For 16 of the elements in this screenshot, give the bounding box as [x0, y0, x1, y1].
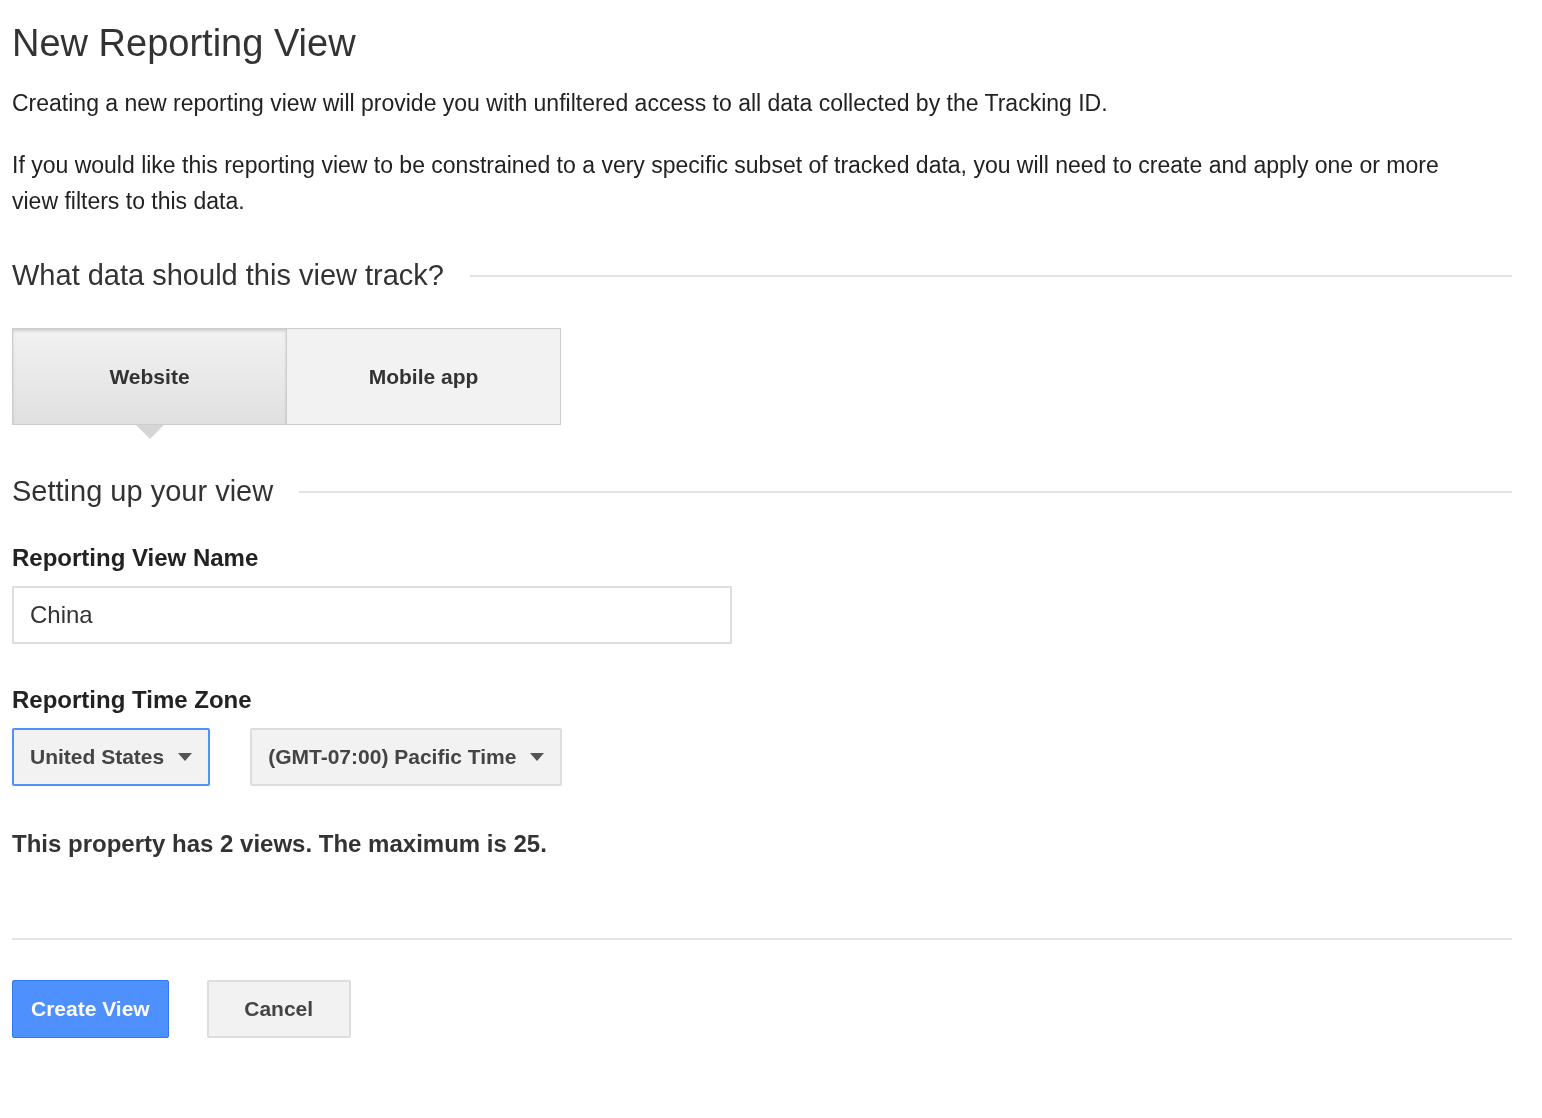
dropdown[interactable]: (GMT-07:00) Pacific Time: [250, 728, 563, 786]
field-label: Reporting View Name: [12, 544, 260, 572]
input-field[interactable]: China: [12, 586, 732, 644]
page-title: New Reporting View: [12, 22, 357, 65]
description-text: Creating a new reporting view will provide you with unfiltered access to all data collected by the Tracking ID.: [12, 89, 1109, 118]
section-heading: What data should this view track?: [12, 259, 444, 292]
section-heading: Setting up your view: [12, 475, 274, 508]
cancel-button[interactable]: Cancel: [206, 980, 351, 1038]
field-label: Reporting Time Zone: [12, 686, 253, 714]
caret-icon: [530, 753, 545, 761]
option-tab[interactable]: Mobile app: [286, 328, 561, 425]
tab-pointer: [135, 425, 164, 439]
views-note: This property has 2 views. The maximum is 25.: [12, 830, 548, 858]
dropdown[interactable]: United States: [12, 728, 211, 786]
description-text: If you would like this reporting view to be constrained to a very specific subset of tracked data, you will need to create and apply one or more view filters to this data.: [12, 151, 1440, 216]
caret-icon: [178, 753, 193, 761]
